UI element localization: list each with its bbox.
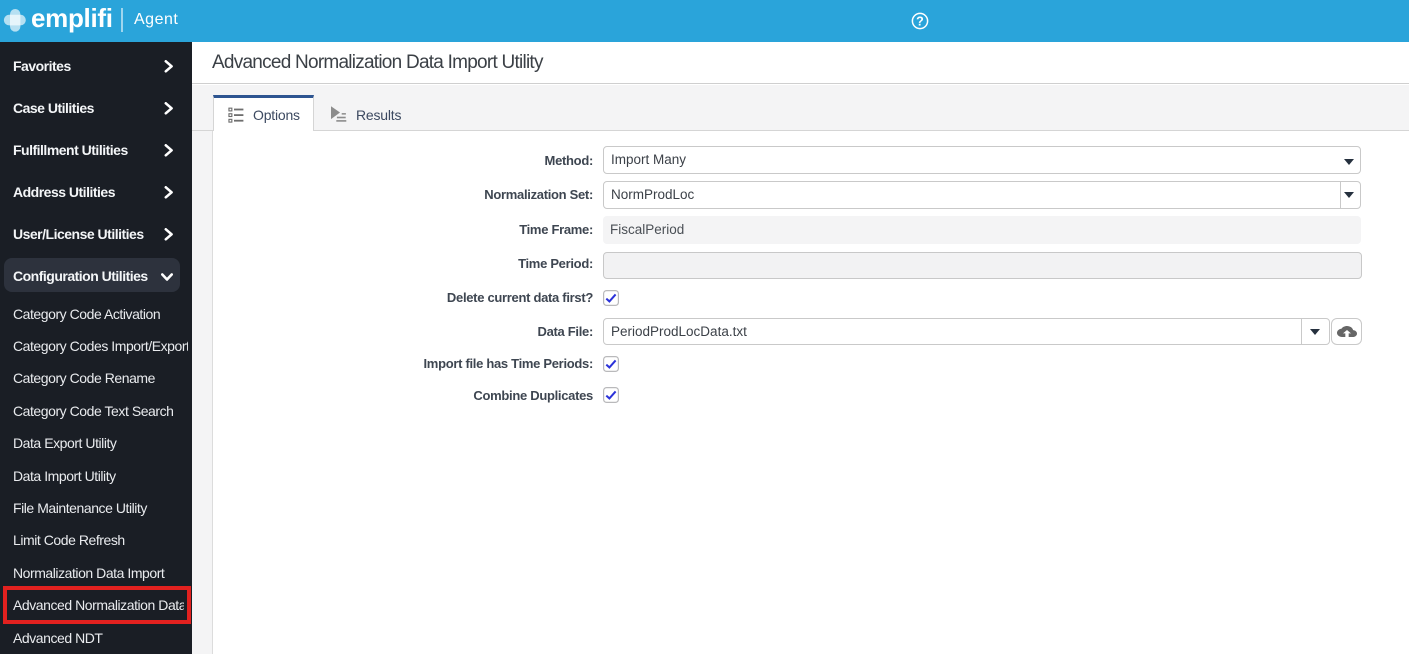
- svg-text:?: ?: [916, 14, 924, 28]
